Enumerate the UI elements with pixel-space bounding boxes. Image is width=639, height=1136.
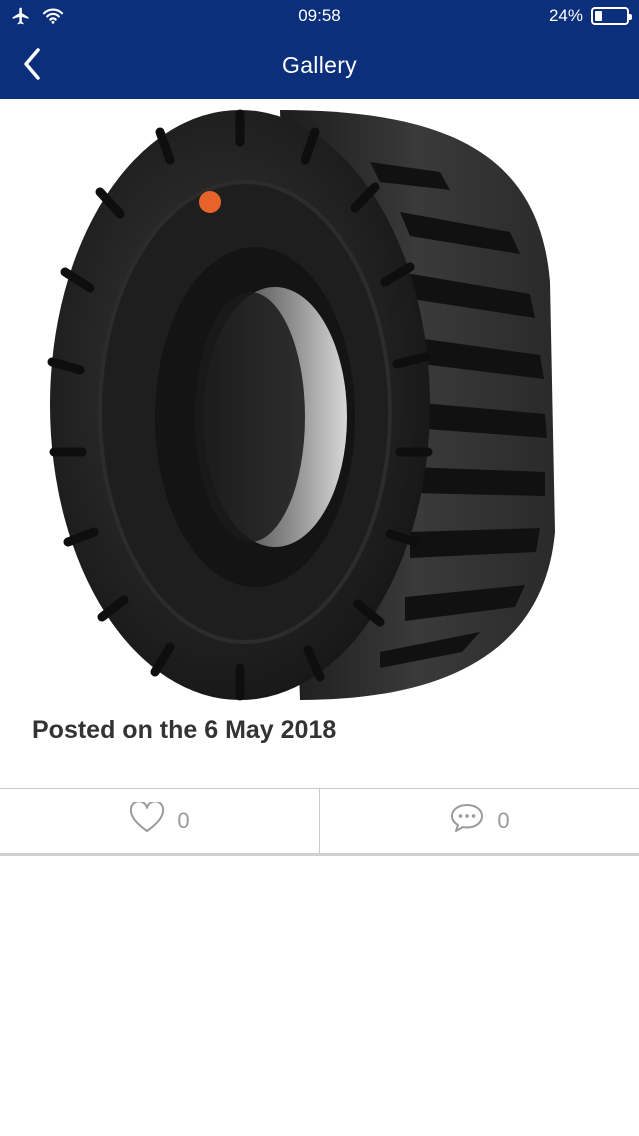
navigation-bar: Gallery bbox=[0, 34, 639, 99]
page-title: Gallery bbox=[282, 52, 357, 78]
speech-bubble-icon bbox=[449, 802, 485, 840]
status-bar: 09:58 24% bbox=[0, 0, 639, 34]
battery-level bbox=[595, 11, 602, 21]
battery-percent: 24% bbox=[548, 6, 583, 25]
comment-count: 0 bbox=[497, 808, 510, 833]
post-date-caption: Posted on the 6 May 2018 bbox=[32, 716, 337, 744]
post-image[interactable] bbox=[0, 99, 639, 705]
status-bar-right: 24% bbox=[548, 6, 632, 26]
post-actions-bar: 0 0 bbox=[0, 788, 639, 856]
heart-icon bbox=[129, 800, 165, 840]
comment-button[interactable]: 0 bbox=[319, 789, 639, 853]
like-count: 0 bbox=[177, 808, 190, 833]
battery-icon bbox=[591, 7, 632, 25]
like-button[interactable]: 0 bbox=[0, 789, 319, 853]
status-time: 09:58 bbox=[298, 6, 341, 25]
tire-image bbox=[47, 109, 555, 701]
